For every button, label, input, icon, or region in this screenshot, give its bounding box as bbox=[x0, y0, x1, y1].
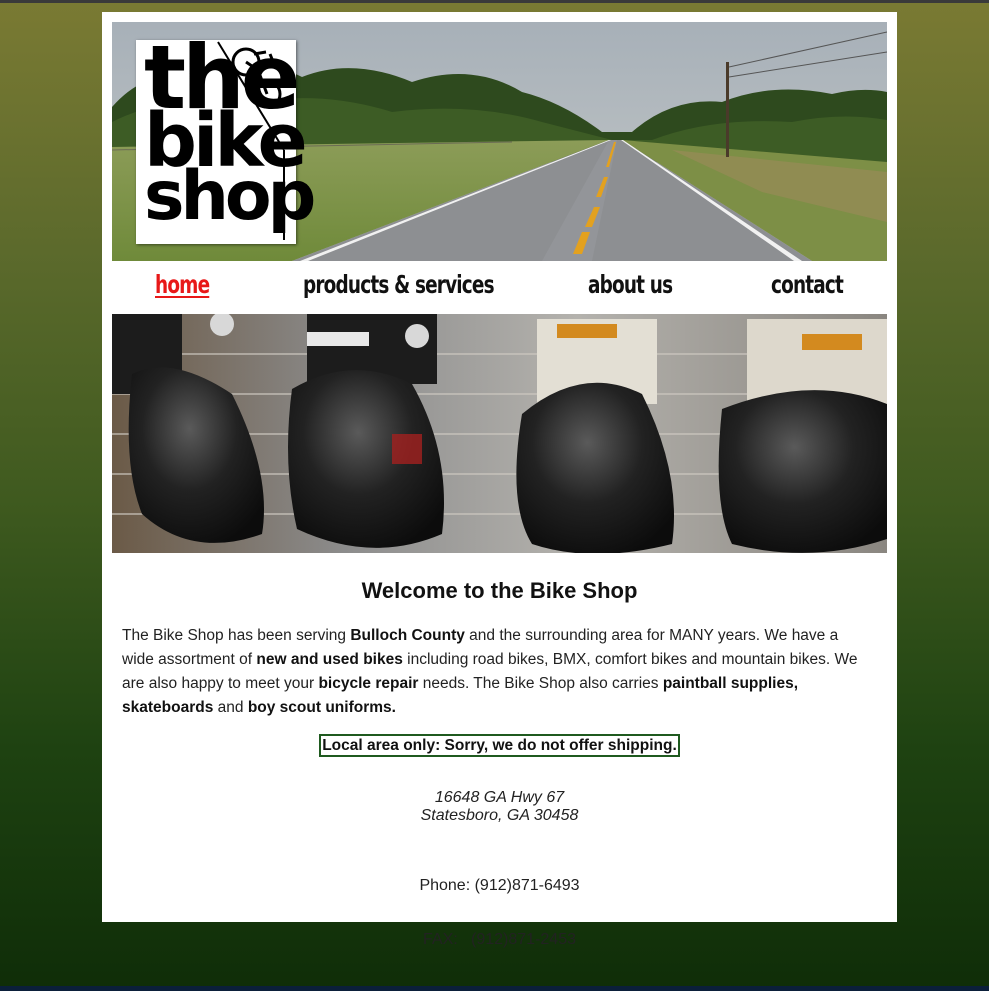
phone-number: Phone: (912)871-6493 bbox=[419, 877, 580, 894]
shop-logo[interactable]: the bike shop bbox=[136, 34, 316, 244]
nav-about-us-link[interactable]: about us bbox=[588, 270, 673, 299]
nav-contact-link[interactable]: contact bbox=[771, 270, 844, 299]
shop-address: 16648 GA Hwy 67 Statesboro, GA 30458 bbox=[102, 789, 897, 825]
saddles-photo bbox=[112, 314, 887, 553]
page-container: the bike shop home products & services a… bbox=[102, 12, 897, 948]
nav-home-link[interactable]: home bbox=[155, 270, 210, 299]
header-banner: the bike shop bbox=[112, 22, 887, 261]
address-line-2: Statesboro, GA 30458 bbox=[420, 807, 579, 824]
intro-text-5: and bbox=[213, 699, 248, 716]
address-line-1: 16648 GA Hwy 67 bbox=[434, 789, 565, 806]
contact-numbers: Phone: (912)871-6493 FAX: (912)871-2453 bbox=[102, 841, 897, 985]
bottom-border bbox=[0, 986, 989, 991]
bicycle-icon bbox=[217, 41, 285, 240]
page-title: Welcome to the Bike Shop bbox=[361, 578, 638, 603]
intro-bold-1: Bulloch County bbox=[350, 627, 465, 644]
intro-text-4: needs. The Bike Shop also carries bbox=[418, 675, 663, 692]
intro-text-1: The Bike Shop has been serving bbox=[122, 627, 351, 644]
fax-number: FAX: (912)871-2453 bbox=[423, 931, 576, 948]
nav-products-services-link[interactable]: products & services bbox=[303, 270, 495, 299]
top-border bbox=[0, 0, 989, 3]
main-nav: home products & services about us contac… bbox=[112, 264, 887, 310]
intro-bold-3: bicycle repair bbox=[318, 675, 419, 692]
intro-bold-5: boy scout uniforms. bbox=[247, 699, 396, 716]
intro-bold-2: new and used bikes bbox=[256, 651, 403, 668]
notice-container: Local area only: Sorry, we do not offer … bbox=[102, 734, 897, 757]
intro-paragraph: The Bike Shop has been serving Bulloch C… bbox=[122, 624, 874, 720]
shipping-notice: Local area only: Sorry, we do not offer … bbox=[319, 734, 680, 757]
